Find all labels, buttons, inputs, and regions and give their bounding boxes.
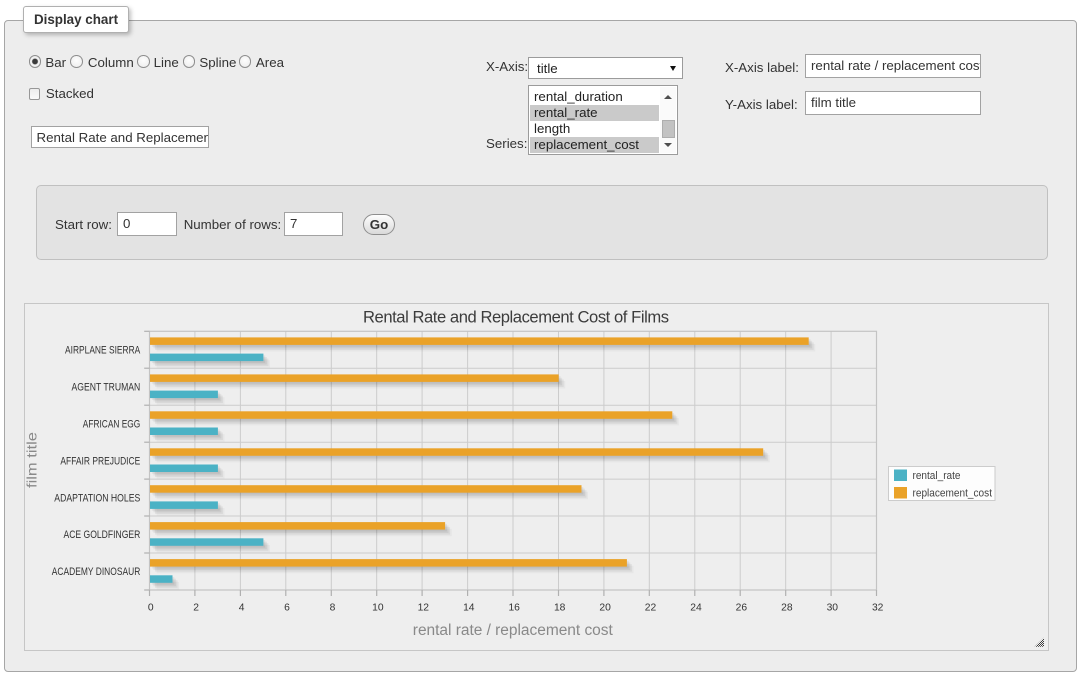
svg-text:20: 20 — [599, 603, 611, 614]
svg-text:ADAPTATION HOLES: ADAPTATION HOLES — [54, 492, 140, 504]
svg-text:4: 4 — [239, 603, 245, 614]
svg-text:replacement_cost: replacement_cost — [913, 488, 993, 500]
svg-text:AGENT TRUMAN: AGENT TRUMAN — [72, 381, 141, 393]
svg-text:18: 18 — [554, 603, 566, 614]
svg-text:ACE GOLDFINGER: ACE GOLDFINGER — [64, 529, 141, 541]
svg-text:AIRPLANE SIERRA: AIRPLANE SIERRA — [65, 345, 141, 357]
svg-text:24: 24 — [690, 603, 702, 614]
svg-text:22: 22 — [645, 603, 657, 614]
svg-text:8: 8 — [330, 603, 336, 614]
svg-text:2: 2 — [193, 603, 199, 614]
svg-text:12: 12 — [418, 603, 430, 614]
svg-text:28: 28 — [781, 603, 793, 614]
svg-text:30: 30 — [827, 603, 839, 614]
svg-text:0: 0 — [148, 603, 154, 614]
svg-text:32: 32 — [872, 603, 884, 614]
svg-text:6: 6 — [284, 603, 290, 614]
svg-text:rental rate / replacement cost: rental rate / replacement cost — [413, 622, 614, 639]
svg-text:ACADEMY DINOSAUR: ACADEMY DINOSAUR — [52, 566, 141, 578]
svg-text:10: 10 — [372, 603, 384, 614]
svg-text:16: 16 — [508, 603, 520, 614]
svg-text:rental_rate: rental_rate — [913, 470, 961, 482]
svg-text:AFFAIR PREJUDICE: AFFAIR PREJUDICE — [60, 455, 140, 467]
svg-text:26: 26 — [736, 603, 748, 614]
svg-text:14: 14 — [463, 603, 475, 614]
svg-text:film title: film title — [24, 432, 40, 488]
svg-text:Rental Rate and Replacement Co: Rental Rate and Replacement Cost of Film… — [363, 308, 669, 327]
svg-text:AFRICAN EGG: AFRICAN EGG — [83, 418, 141, 430]
